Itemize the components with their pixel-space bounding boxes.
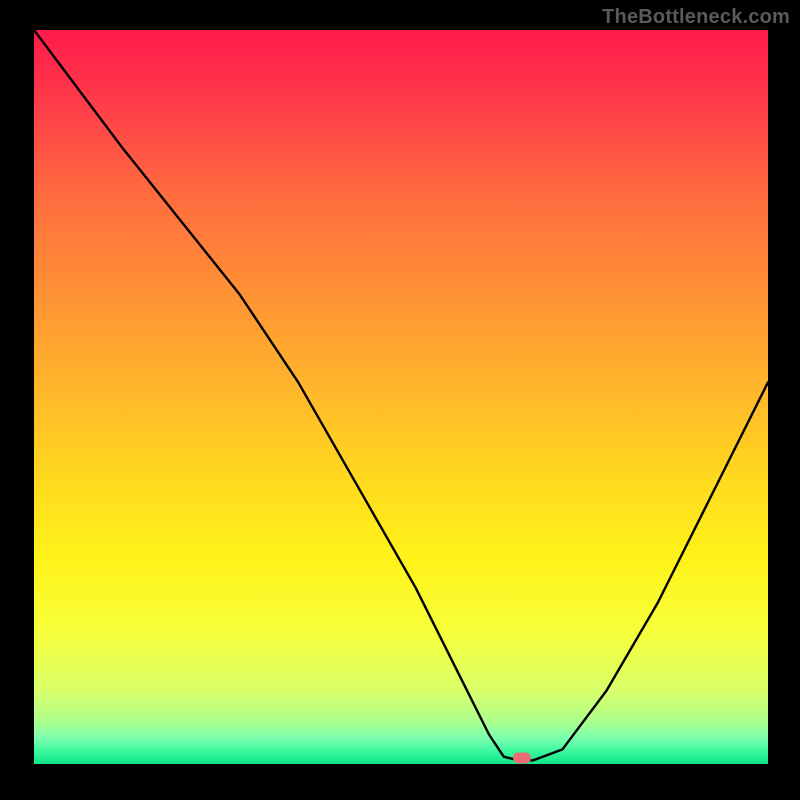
chart-gradient-background <box>34 30 768 764</box>
chart-plot-area <box>34 30 768 764</box>
chart-marker <box>513 753 531 764</box>
watermark-text: TheBottleneck.com <box>602 6 790 29</box>
